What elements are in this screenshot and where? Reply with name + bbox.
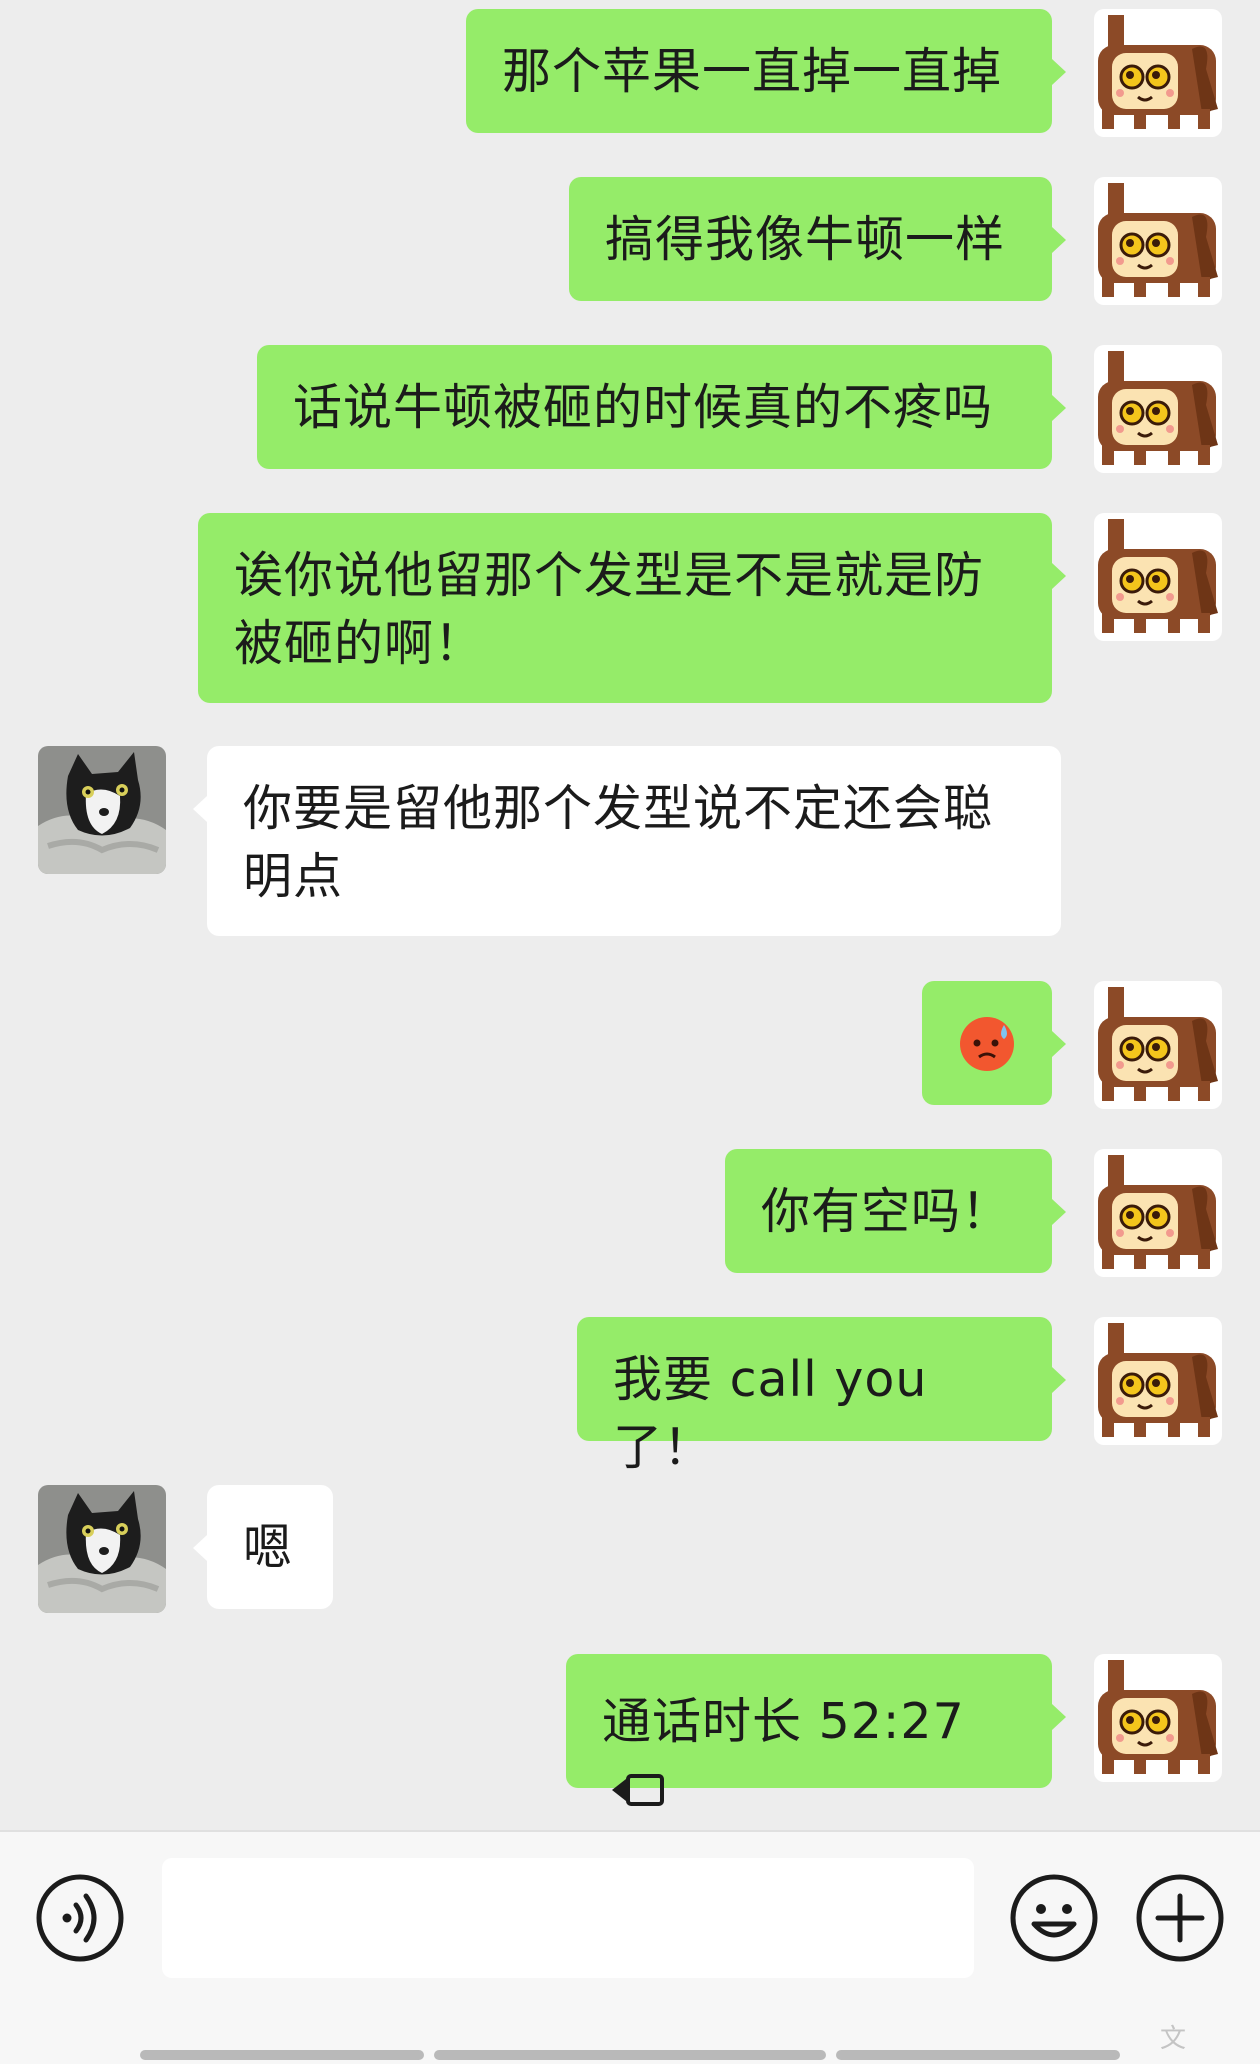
chat-message-list[interactable]: 那个苹果一直掉一直掉 搞得我像牛顿一样 话说牛顿被砸的时候真的不疼吗 诶你说他留… [0, 0, 1260, 1830]
brown-cartoon-character-avatar-icon [1094, 981, 1222, 1109]
brown-cartoon-character-avatar-icon [1094, 9, 1222, 137]
my-emoji-bubble[interactable] [922, 981, 1066, 1105]
my-message-bubble[interactable]: 搞得我像牛顿一样 [569, 177, 1066, 301]
chat-input-bar: 文 [0, 1830, 1260, 2064]
my-message-bubble[interactable]: 那个苹果一直掉一直掉 [466, 9, 1066, 133]
message-input-field[interactable] [162, 1858, 974, 1978]
message-text: 嗯 [243, 1519, 294, 1576]
black-white-cat-avatar-icon [38, 1485, 166, 1613]
contact-avatar[interactable] [38, 1485, 166, 1613]
message-text: 那个苹果一直掉一直掉 [502, 43, 1003, 100]
my-message-bubble[interactable]: 诶你说他留那个发型是不是就是防 被砸的啊！ [198, 513, 1066, 703]
black-white-cat-avatar-icon [38, 746, 166, 874]
their-message-bubble[interactable]: 嗯 [193, 1485, 333, 1609]
message-text: 我要 call you 了！ [613, 1351, 928, 1476]
my-avatar[interactable] [1094, 177, 1222, 305]
my-avatar[interactable] [1094, 1317, 1222, 1445]
call-duration-text: 通话时长 52:27 [602, 1693, 965, 1750]
emoji-smile-icon [1010, 1874, 1098, 1962]
message-text-line: 你要是留他那个发型说不定还会聪 [243, 780, 994, 837]
video-call-icon [612, 1770, 664, 1810]
message-text: 话说牛顿被砸的时候真的不疼吗 [293, 379, 994, 436]
brown-cartoon-character-avatar-icon [1094, 513, 1222, 641]
brown-cartoon-character-avatar-icon [1094, 1149, 1222, 1277]
scroll-indicator [434, 2050, 826, 2060]
brown-cartoon-character-avatar-icon [1094, 345, 1222, 473]
watermark-text: 文 [1160, 2024, 1187, 2054]
voice-input-button[interactable] [34, 1872, 126, 1964]
my-avatar[interactable] [1094, 513, 1222, 641]
brown-cartoon-character-avatar-icon [1094, 1317, 1222, 1445]
more-options-button[interactable] [1134, 1872, 1226, 1964]
call-record-bubble[interactable]: 通话时长 52:27 [566, 1654, 1066, 1806]
message-text-line: 明点 [243, 848, 344, 905]
my-message-bubble[interactable]: 话说牛顿被砸的时候真的不疼吗 [257, 345, 1066, 469]
emoji-button[interactable] [1008, 1872, 1100, 1964]
message-text: 搞得我像牛顿一样 [605, 211, 1006, 268]
contact-avatar[interactable] [38, 746, 166, 874]
scroll-indicator [140, 2050, 424, 2060]
my-message-bubble[interactable]: 你有空吗！ [725, 1149, 1066, 1273]
my-avatar[interactable] [1094, 345, 1222, 473]
my-avatar[interactable] [1094, 981, 1222, 1109]
my-message-bubble[interactable]: 我要 call you 了！ [577, 1317, 1066, 1476]
brown-cartoon-character-avatar-icon [1094, 1654, 1222, 1782]
message-text-line: 被砸的啊！ [234, 615, 485, 672]
their-message-bubble[interactable]: 你要是留他那个发型说不定还会聪 明点 [193, 746, 1061, 936]
my-avatar[interactable] [1094, 1149, 1222, 1277]
sweat-sad-face-emoji-icon [960, 1017, 1014, 1071]
scroll-indicator [836, 2050, 1120, 2060]
plus-icon [1136, 1874, 1224, 1962]
brown-cartoon-character-avatar-icon [1094, 177, 1222, 305]
my-avatar[interactable] [1094, 9, 1222, 137]
my-avatar[interactable] [1094, 1654, 1222, 1782]
message-text: 你有空吗！ [761, 1183, 1012, 1240]
message-text-line: 诶你说他留那个发型是不是就是防 [234, 547, 985, 604]
voice-input-icon [36, 1874, 124, 1962]
